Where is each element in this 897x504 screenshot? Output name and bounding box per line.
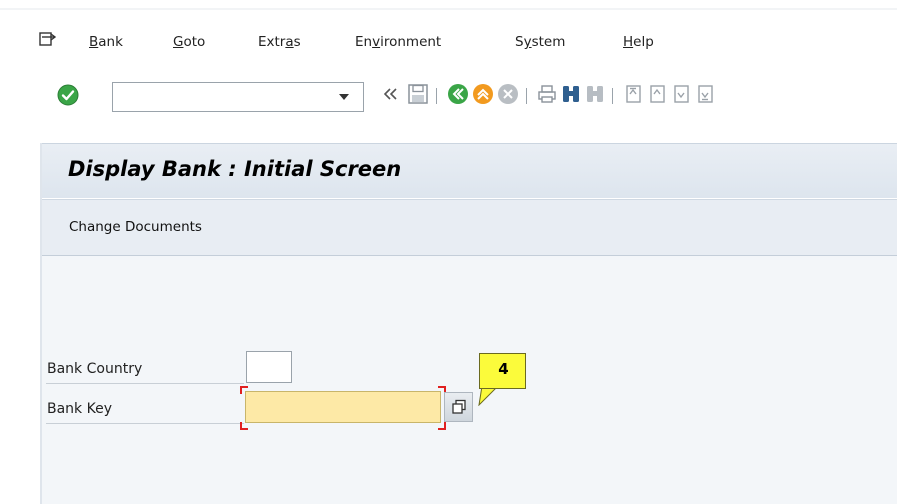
menu-help-text-post: elp bbox=[633, 34, 654, 50]
print-icon[interactable] bbox=[536, 83, 558, 105]
bank-key-label: Bank Key bbox=[47, 401, 112, 417]
menu-goto-mnemonic: G bbox=[173, 34, 184, 50]
bank-key-label-underline bbox=[46, 423, 244, 424]
menu-system-text-post: stem bbox=[531, 34, 566, 50]
menu-system[interactable]: System bbox=[515, 34, 565, 50]
save-icon[interactable] bbox=[407, 83, 429, 105]
bank-country-label: Bank Country bbox=[47, 361, 143, 377]
menu-environment-text-pre: En bbox=[355, 34, 373, 50]
last-page-icon[interactable] bbox=[694, 83, 716, 105]
first-page-icon[interactable] bbox=[622, 83, 644, 105]
toolbar-separator bbox=[436, 88, 437, 104]
change-documents-button[interactable]: Change Documents bbox=[69, 219, 202, 235]
menu-bank-mnemonic: B bbox=[89, 34, 99, 50]
menu-system-text-pre: S bbox=[515, 34, 524, 50]
bank-key-input[interactable] bbox=[245, 391, 441, 423]
menu-toggle-icon[interactable] bbox=[39, 32, 56, 47]
toolbar-separator bbox=[526, 88, 527, 104]
value-help-icon bbox=[452, 399, 466, 414]
step-callout: 4 bbox=[479, 353, 526, 389]
focus-corner-marker bbox=[240, 422, 248, 430]
next-page-icon[interactable] bbox=[670, 83, 692, 105]
menu-bank[interactable]: Bank bbox=[89, 34, 123, 50]
menu-bar-top-rule bbox=[0, 8, 897, 10]
menu-extras-text-post: s bbox=[293, 34, 301, 50]
screen-title: Display Bank : Initial Screen bbox=[68, 157, 402, 181]
menu-extras-text-pre: Extr bbox=[258, 34, 286, 50]
menu-help-mnemonic: H bbox=[623, 34, 634, 50]
cancel-icon[interactable] bbox=[497, 83, 519, 105]
toolbar-separator bbox=[612, 88, 613, 104]
menu-bar bbox=[0, 0, 897, 72]
exit-icon[interactable] bbox=[472, 83, 494, 105]
menu-goto[interactable]: Goto bbox=[173, 34, 205, 50]
menu-environment-mnemonic: v bbox=[372, 34, 381, 50]
menu-environment-text-post: ironment bbox=[380, 34, 442, 50]
form-area bbox=[42, 256, 897, 504]
command-field-dropdown-icon[interactable] bbox=[339, 94, 349, 100]
menu-extras-mnemonic: a bbox=[285, 34, 294, 50]
menu-environment[interactable]: Environment bbox=[355, 34, 441, 50]
menu-system-mnemonic: y bbox=[523, 34, 532, 50]
menu-bank-text-post: ank bbox=[98, 34, 123, 50]
menu-help[interactable]: Help bbox=[623, 34, 654, 50]
find-icon[interactable] bbox=[560, 83, 582, 105]
command-field[interactable] bbox=[112, 82, 364, 112]
chevron-double-left-icon[interactable] bbox=[382, 85, 400, 103]
menu-goto-text-post: oto bbox=[183, 34, 206, 50]
step-callout-number: 4 bbox=[498, 360, 509, 378]
menu-extras[interactable]: Extras bbox=[258, 34, 301, 50]
bank-country-input[interactable] bbox=[246, 351, 292, 383]
previous-page-icon[interactable] bbox=[646, 83, 668, 105]
focus-corner-marker bbox=[438, 422, 446, 430]
find-next-icon[interactable] bbox=[584, 83, 606, 105]
back-icon[interactable] bbox=[447, 83, 469, 105]
focus-corner-marker bbox=[240, 386, 248, 394]
callout-tail bbox=[478, 386, 499, 406]
ok-checkmark-icon[interactable] bbox=[57, 84, 79, 106]
value-help-button[interactable] bbox=[444, 392, 473, 422]
bank-country-label-underline bbox=[46, 383, 244, 384]
